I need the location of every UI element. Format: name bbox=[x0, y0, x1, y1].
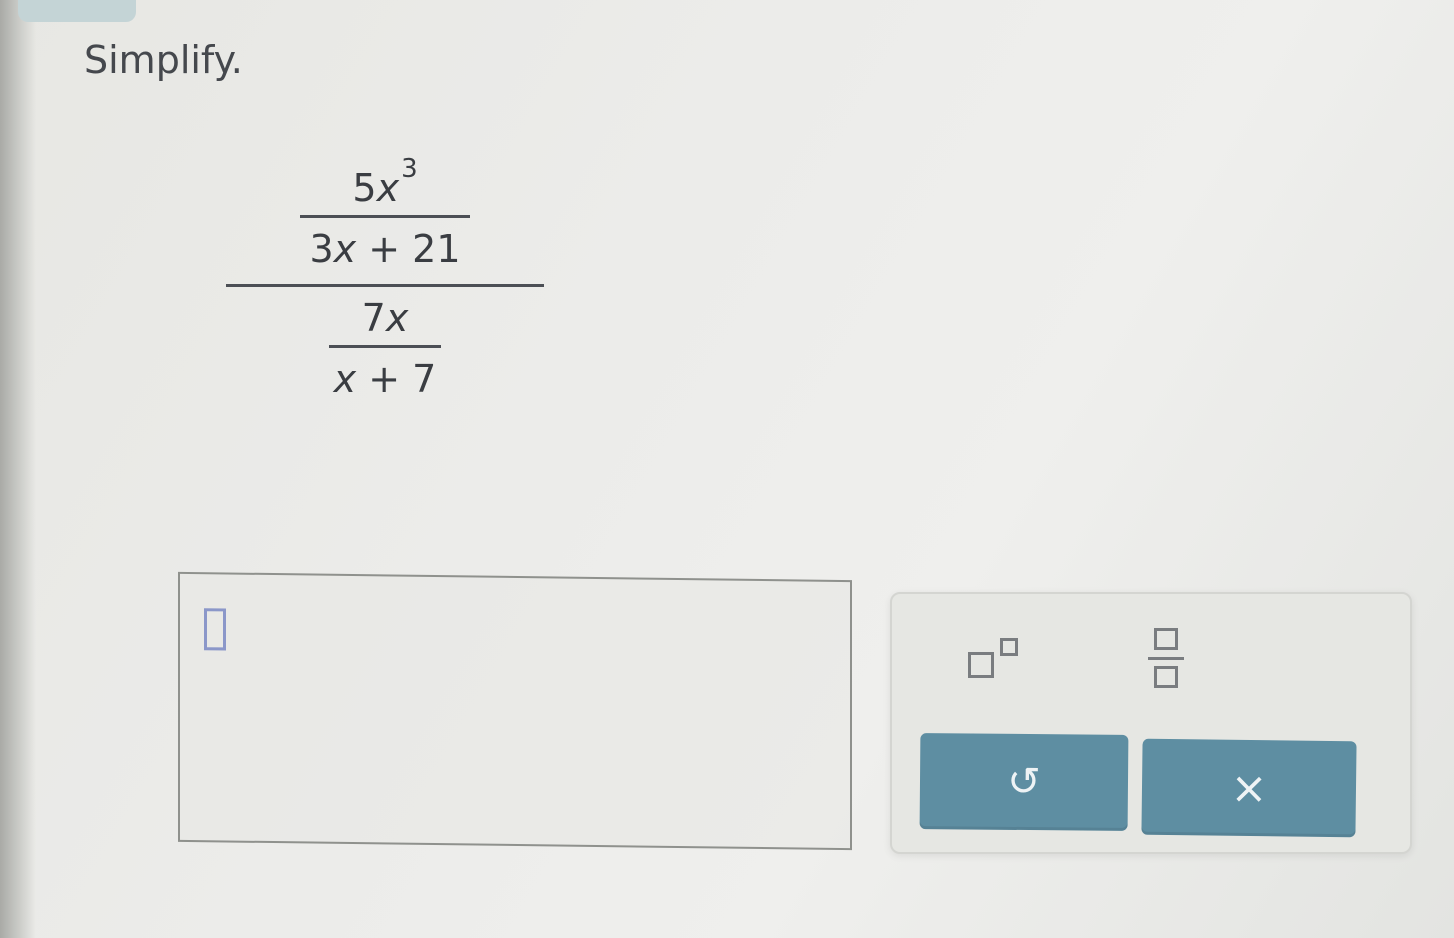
exponent-power-box-icon bbox=[1000, 638, 1018, 656]
screen-left-edge bbox=[0, 0, 36, 938]
top-fraction-numerator: 5x3 bbox=[300, 138, 470, 215]
variable: x bbox=[385, 296, 409, 340]
bottom-fraction-numerator: 7x bbox=[329, 299, 441, 345]
complex-fraction: 5x3 3x + 21 7x x + 7 bbox=[226, 138, 544, 398]
variable: x bbox=[333, 227, 357, 271]
fraction-key[interactable] bbox=[1138, 622, 1198, 694]
fraction-line-icon bbox=[1148, 657, 1184, 660]
close-icon: × bbox=[1230, 762, 1268, 814]
constant-term: + 21 bbox=[356, 227, 461, 271]
coefficient: 5 bbox=[352, 166, 377, 210]
clear-button[interactable]: × bbox=[1141, 738, 1357, 838]
top-fraction: 5x3 3x + 21 bbox=[300, 138, 470, 268]
variable: x bbox=[376, 166, 400, 210]
variable: x bbox=[333, 357, 357, 401]
exponent: 3 bbox=[401, 154, 418, 184]
undo-button[interactable]: ↺ bbox=[919, 733, 1129, 831]
bottom-fraction: 7x x + 7 bbox=[329, 299, 441, 398]
problem-prompt: Simplify. bbox=[84, 38, 243, 82]
bottom-fraction-denominator: x + 7 bbox=[329, 348, 441, 398]
coefficient: 7 bbox=[361, 296, 386, 340]
math-keypad: ↺ × bbox=[890, 592, 1412, 854]
undo-icon: ↺ bbox=[1007, 758, 1041, 806]
answer-cursor-slot[interactable] bbox=[204, 608, 226, 651]
fraction-denominator-box-icon bbox=[1154, 666, 1178, 688]
exponent-key[interactable] bbox=[958, 630, 1038, 690]
coefficient: 3 bbox=[309, 227, 334, 271]
top-fraction-denominator: 3x + 21 bbox=[300, 218, 470, 268]
top-tab[interactable] bbox=[18, 0, 136, 22]
exponent-base-box-icon bbox=[968, 652, 994, 678]
constant-term: + 7 bbox=[356, 357, 437, 401]
fraction-numerator-box-icon bbox=[1154, 628, 1178, 650]
main-fraction-bar bbox=[226, 284, 544, 287]
answer-input[interactable] bbox=[178, 571, 852, 851]
